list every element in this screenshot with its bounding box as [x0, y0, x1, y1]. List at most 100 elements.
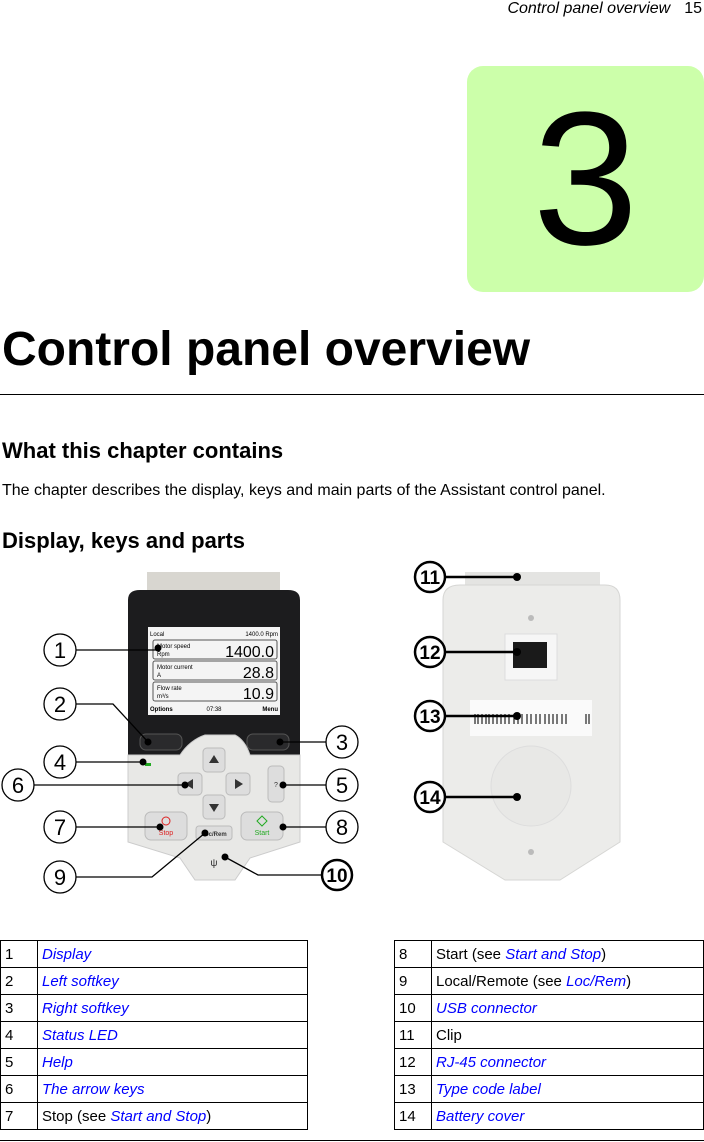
callout-7: 7 [43, 810, 77, 844]
legend-number: 9 [394, 967, 432, 995]
legend-link[interactable]: The arrow keys [42, 1081, 145, 1098]
legend-link[interactable]: RJ-45 connector [436, 1054, 546, 1071]
legend-link[interactable]: Loc/Rem [566, 973, 626, 990]
row-name: Flow rate [157, 686, 182, 692]
callout-4: 4 [43, 745, 77, 779]
legend-link[interactable]: Status LED [42, 1027, 118, 1044]
svg-text:1: 1 [54, 638, 66, 663]
legend-description: Start (see Start and Stop) [431, 940, 704, 968]
legend-number: 6 [0, 1075, 38, 1103]
legend-row: 12 RJ-45 connector [394, 1048, 704, 1076]
running-header: Control panel overview 15 [507, 0, 702, 18]
row-name: Motor speed [157, 644, 190, 650]
legend-row: 13 Type code label [394, 1075, 704, 1103]
legend-description: Help [37, 1048, 308, 1076]
svg-text:3: 3 [336, 730, 348, 755]
legend-row: 5 Help [0, 1048, 308, 1076]
svg-text:9: 9 [54, 865, 66, 890]
legend-table-left: 1 Display 2 Left softkey 3 Right softkey 4 Stat… [0, 940, 308, 1130]
callout-12: 12 [413, 635, 447, 669]
legend-link[interactable]: Start and Stop [110, 1108, 206, 1125]
legend-row: 10 USB connector [394, 994, 704, 1022]
section-heading: Display, keys and parts [2, 528, 245, 553]
legend-description: Display [37, 940, 308, 968]
running-header-title: Control panel overview [507, 0, 671, 17]
legend-row: 14 Battery cover [394, 1102, 704, 1130]
legend-link[interactable]: Left softkey [42, 973, 119, 990]
screen-mode: Local [150, 632, 164, 638]
legend-description: Left softkey [37, 967, 308, 995]
legend-description: Status LED [37, 1021, 308, 1049]
row-unit: m³/s [157, 694, 169, 700]
legend-number: 12 [394, 1048, 432, 1076]
callout-1: 1 [43, 633, 77, 667]
svg-text:4: 4 [54, 750, 66, 775]
legend-number: 2 [0, 967, 38, 995]
control-panel-figure: Local 1400.0 Rpm Motor speed Rpm 1400.0 … [1, 560, 621, 894]
svg-text:10: 10 [326, 866, 347, 887]
svg-text:7: 7 [54, 815, 66, 840]
page-title: Control panel overview [2, 323, 531, 376]
battery-cover [490, 745, 572, 827]
callout-6: 6 [1, 768, 35, 802]
row-name: Motor current [157, 665, 193, 671]
callout-11: 11 [413, 560, 447, 594]
legend-link[interactable]: Type code label [436, 1081, 541, 1098]
legend-number: 11 [394, 1021, 432, 1049]
legend-number: 13 [394, 1075, 432, 1103]
help-key-label: ? [274, 782, 278, 789]
row-unit: A [157, 673, 161, 679]
legend-link[interactable]: Display [42, 946, 91, 963]
callout-9: 9 [43, 860, 77, 894]
intro-paragraph: The chapter describes the display, keys … [2, 482, 606, 499]
start-key-label: Start [255, 830, 270, 837]
svg-text:5: 5 [336, 773, 348, 798]
usb-icon: ψ [210, 858, 217, 869]
legend-row: 9 Local/Remote (see Loc/Rem) [394, 967, 704, 995]
row-value: 28.8 [243, 665, 274, 682]
svg-text:13: 13 [419, 707, 440, 728]
stop-key-label: Stop [159, 830, 174, 837]
legend-number: 14 [394, 1102, 432, 1130]
screen-left-softkey-label: Options [150, 707, 173, 713]
legend-description: Local/Remote (see Loc/Rem) [431, 967, 704, 995]
legend-link[interactable]: Battery cover [436, 1108, 524, 1125]
legend-link[interactable]: USB connector [436, 1000, 537, 1017]
row-unit: Rpm [157, 652, 170, 658]
title-divider [0, 394, 704, 395]
legend-description: Stop (see Start and Stop) [37, 1102, 308, 1130]
callout-13: 13 [413, 699, 447, 733]
svg-text:2: 2 [54, 692, 66, 717]
legend-description: The arrow keys [37, 1075, 308, 1103]
svg-text:11: 11 [420, 568, 441, 589]
page-number: 15 [684, 0, 702, 17]
legend-description: USB connector [431, 994, 704, 1022]
chapter-number: 3 [532, 73, 639, 285]
legend-number: 3 [0, 994, 38, 1022]
legend-description: Type code label [431, 1075, 704, 1103]
legend-row: 2 Left softkey [0, 967, 308, 995]
legend-description: Battery cover [431, 1102, 704, 1130]
screen-reference: 1400.0 Rpm [245, 632, 278, 638]
callout-2: 2 [43, 687, 77, 721]
legend-row: 8 Start (see Start and Stop) [394, 940, 704, 968]
legend-row: 4 Status LED [0, 1021, 308, 1049]
legend-text: ) [601, 945, 607, 963]
legend-number: 4 [0, 1021, 38, 1049]
legend-number: 5 [0, 1048, 38, 1076]
legend-number: 7 [0, 1102, 38, 1130]
legend-link[interactable]: Right softkey [42, 1000, 129, 1017]
legend-number: 8 [394, 940, 432, 968]
legend-link[interactable]: Start and Stop [505, 946, 601, 963]
svg-text:14: 14 [419, 788, 441, 809]
legend-description: Right softkey [37, 994, 308, 1022]
row-value: 10.9 [243, 686, 274, 703]
legend-row: 6 The arrow keys [0, 1075, 308, 1103]
callout-10: 10 [320, 858, 354, 892]
legend-text: ) [626, 972, 632, 990]
legend-row: 3 Right softkey [0, 994, 308, 1022]
legend-table-right: 8 Start (see Start and Stop) 9 Local/Remote… [394, 940, 704, 1130]
legend-link[interactable]: Help [42, 1054, 73, 1071]
legend-row: 7 Stop (see Start and Stop) [0, 1102, 308, 1130]
svg-text:12: 12 [419, 643, 440, 664]
